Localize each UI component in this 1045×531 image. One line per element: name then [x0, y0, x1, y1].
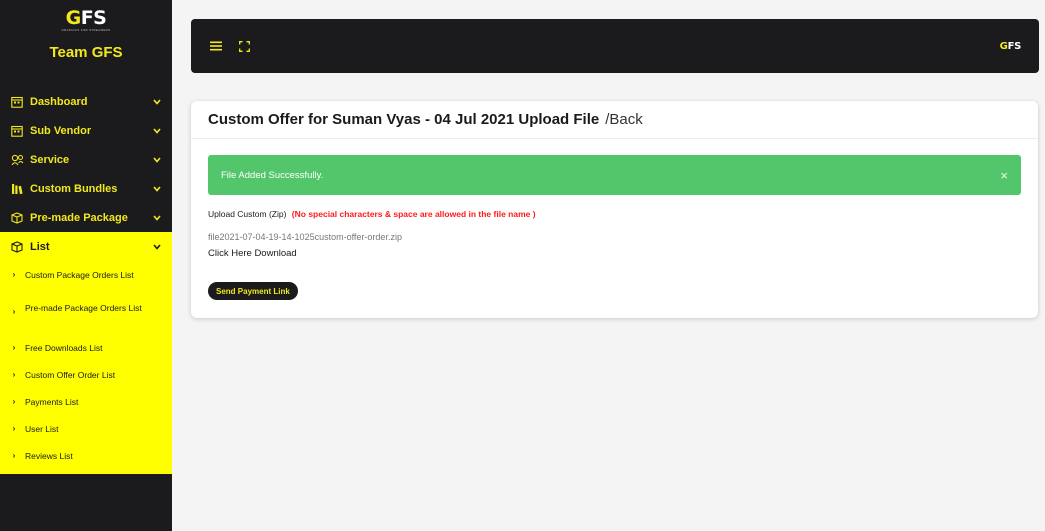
- sidebar-item-label: Service: [30, 153, 70, 166]
- upload-file-card: Custom Offer for Suman Vyas - 04 Jul 202…: [191, 101, 1038, 318]
- chevron-right-icon: ›: [12, 306, 16, 316]
- submenu-item-label: Pre-made Package Orders List: [25, 303, 142, 313]
- gfs-logo[interactable]: GFS GRAPHICS FOR STREAMERS: [62, 8, 111, 32]
- sidebar-item-label: Custom Bundles: [30, 182, 118, 195]
- submenu-item-label: User List: [25, 423, 59, 434]
- sidebar-item-label: Pre-made Package: [30, 211, 128, 224]
- chevron-right-icon: ›: [12, 451, 16, 460]
- chevron-down-icon: [152, 97, 162, 107]
- submenu-item-custom-offer-orders[interactable]: › Custom Offer Order List: [0, 361, 172, 388]
- brand-title: Team GFS: [49, 44, 123, 61]
- chevron-right-icon: ›: [12, 343, 16, 352]
- card-header: Custom Offer for Suman Vyas - 04 Jul 202…: [191, 101, 1038, 139]
- gfs-logo-small[interactable]: GFS: [1000, 41, 1022, 52]
- submenu-item-custom-package-orders[interactable]: › Custom Package Orders List: [0, 261, 172, 288]
- back-link[interactable]: /Back: [605, 111, 643, 128]
- service-icon: [10, 153, 24, 167]
- chevron-right-icon: ›: [12, 424, 16, 433]
- sidebar-item-label: Dashboard: [30, 95, 88, 108]
- calendar-icon: [10, 95, 24, 109]
- bundle-icon: [10, 182, 24, 196]
- close-icon[interactable]: ×: [1000, 168, 1008, 183]
- success-alert: File Added Successfully. ×: [208, 155, 1021, 195]
- logo-subtitle: GRAPHICS FOR STREAMERS: [61, 28, 111, 32]
- submenu-item-label: Custom Offer Order List: [25, 369, 116, 380]
- sidebar-item-custom-bundles[interactable]: Custom Bundles: [0, 174, 172, 203]
- chevron-right-icon: ›: [12, 370, 16, 379]
- chevron-down-icon: [152, 126, 162, 136]
- sidebar-item-list[interactable]: List: [0, 232, 172, 261]
- chevron-down-icon: [152, 242, 162, 252]
- page-title: Custom Offer for Suman Vyas - 04 Jul 202…: [208, 111, 600, 128]
- submenu-item-users[interactable]: › User List: [0, 415, 172, 442]
- chevron-down-icon: [152, 155, 162, 165]
- submenu-item-label: Reviews List: [25, 450, 73, 461]
- fullscreen-icon[interactable]: [237, 39, 251, 53]
- chevron-right-icon: ›: [12, 397, 16, 406]
- sidebar-item-service[interactable]: Service: [0, 145, 172, 174]
- sidebar-brand: GFS GRAPHICS FOR STREAMERS Team GFS: [0, 0, 172, 80]
- list-submenu: › Custom Package Orders List › Pre-made …: [0, 261, 172, 474]
- submenu-item-label: Free Downloads List: [25, 342, 103, 353]
- sidebar-item-dashboard[interactable]: Dashboard: [0, 87, 172, 116]
- chevron-right-icon: ›: [12, 270, 16, 279]
- sidebar-item-label: List: [30, 240, 50, 253]
- submenu-item-payments[interactable]: › Payments List: [0, 388, 172, 415]
- submenu-item-free-downloads[interactable]: › Free Downloads List: [0, 334, 172, 361]
- list-icon: [10, 240, 24, 254]
- chevron-down-icon: [152, 184, 162, 194]
- send-payment-link-button[interactable]: Send Payment Link: [208, 282, 298, 300]
- sidebar-item-label: Sub Vendor: [30, 124, 92, 137]
- upload-label-text: Upload Custom (Zip): [208, 209, 287, 219]
- submenu-item-label: Payments List: [25, 396, 79, 407]
- upload-warning: (No special characters & space are allow…: [291, 209, 536, 219]
- sidebar-item-sub-vendor[interactable]: Sub Vendor: [0, 116, 172, 145]
- sidebar: GFS GRAPHICS FOR STREAMERS Team GFS Dash…: [0, 0, 172, 531]
- alert-message: File Added Successfully.: [221, 169, 324, 181]
- submenu-item-pre-made-package-orders[interactable]: › Pre-made Package Orders List: [0, 288, 172, 334]
- chevron-down-icon: [152, 213, 162, 223]
- download-link[interactable]: Click Here Download: [208, 248, 297, 259]
- uploaded-file-name: file2021-07-04-19-14-1025custom-offer-or…: [208, 232, 402, 242]
- sidebar-item-pre-made-package[interactable]: Pre-made Package: [0, 203, 172, 232]
- submenu-item-reviews[interactable]: › Reviews List: [0, 442, 172, 469]
- upload-label: Upload Custom (Zip) (No special characte…: [208, 209, 536, 219]
- package-icon: [10, 211, 24, 225]
- top-bar: GFS: [191, 19, 1039, 73]
- submenu-item-label: Custom Package Orders List: [25, 269, 134, 280]
- sidebar-menu: Dashboard Sub Vendor Service Custom Bund…: [0, 87, 172, 474]
- calendar-icon: [10, 124, 24, 138]
- hamburger-icon[interactable]: [209, 39, 223, 53]
